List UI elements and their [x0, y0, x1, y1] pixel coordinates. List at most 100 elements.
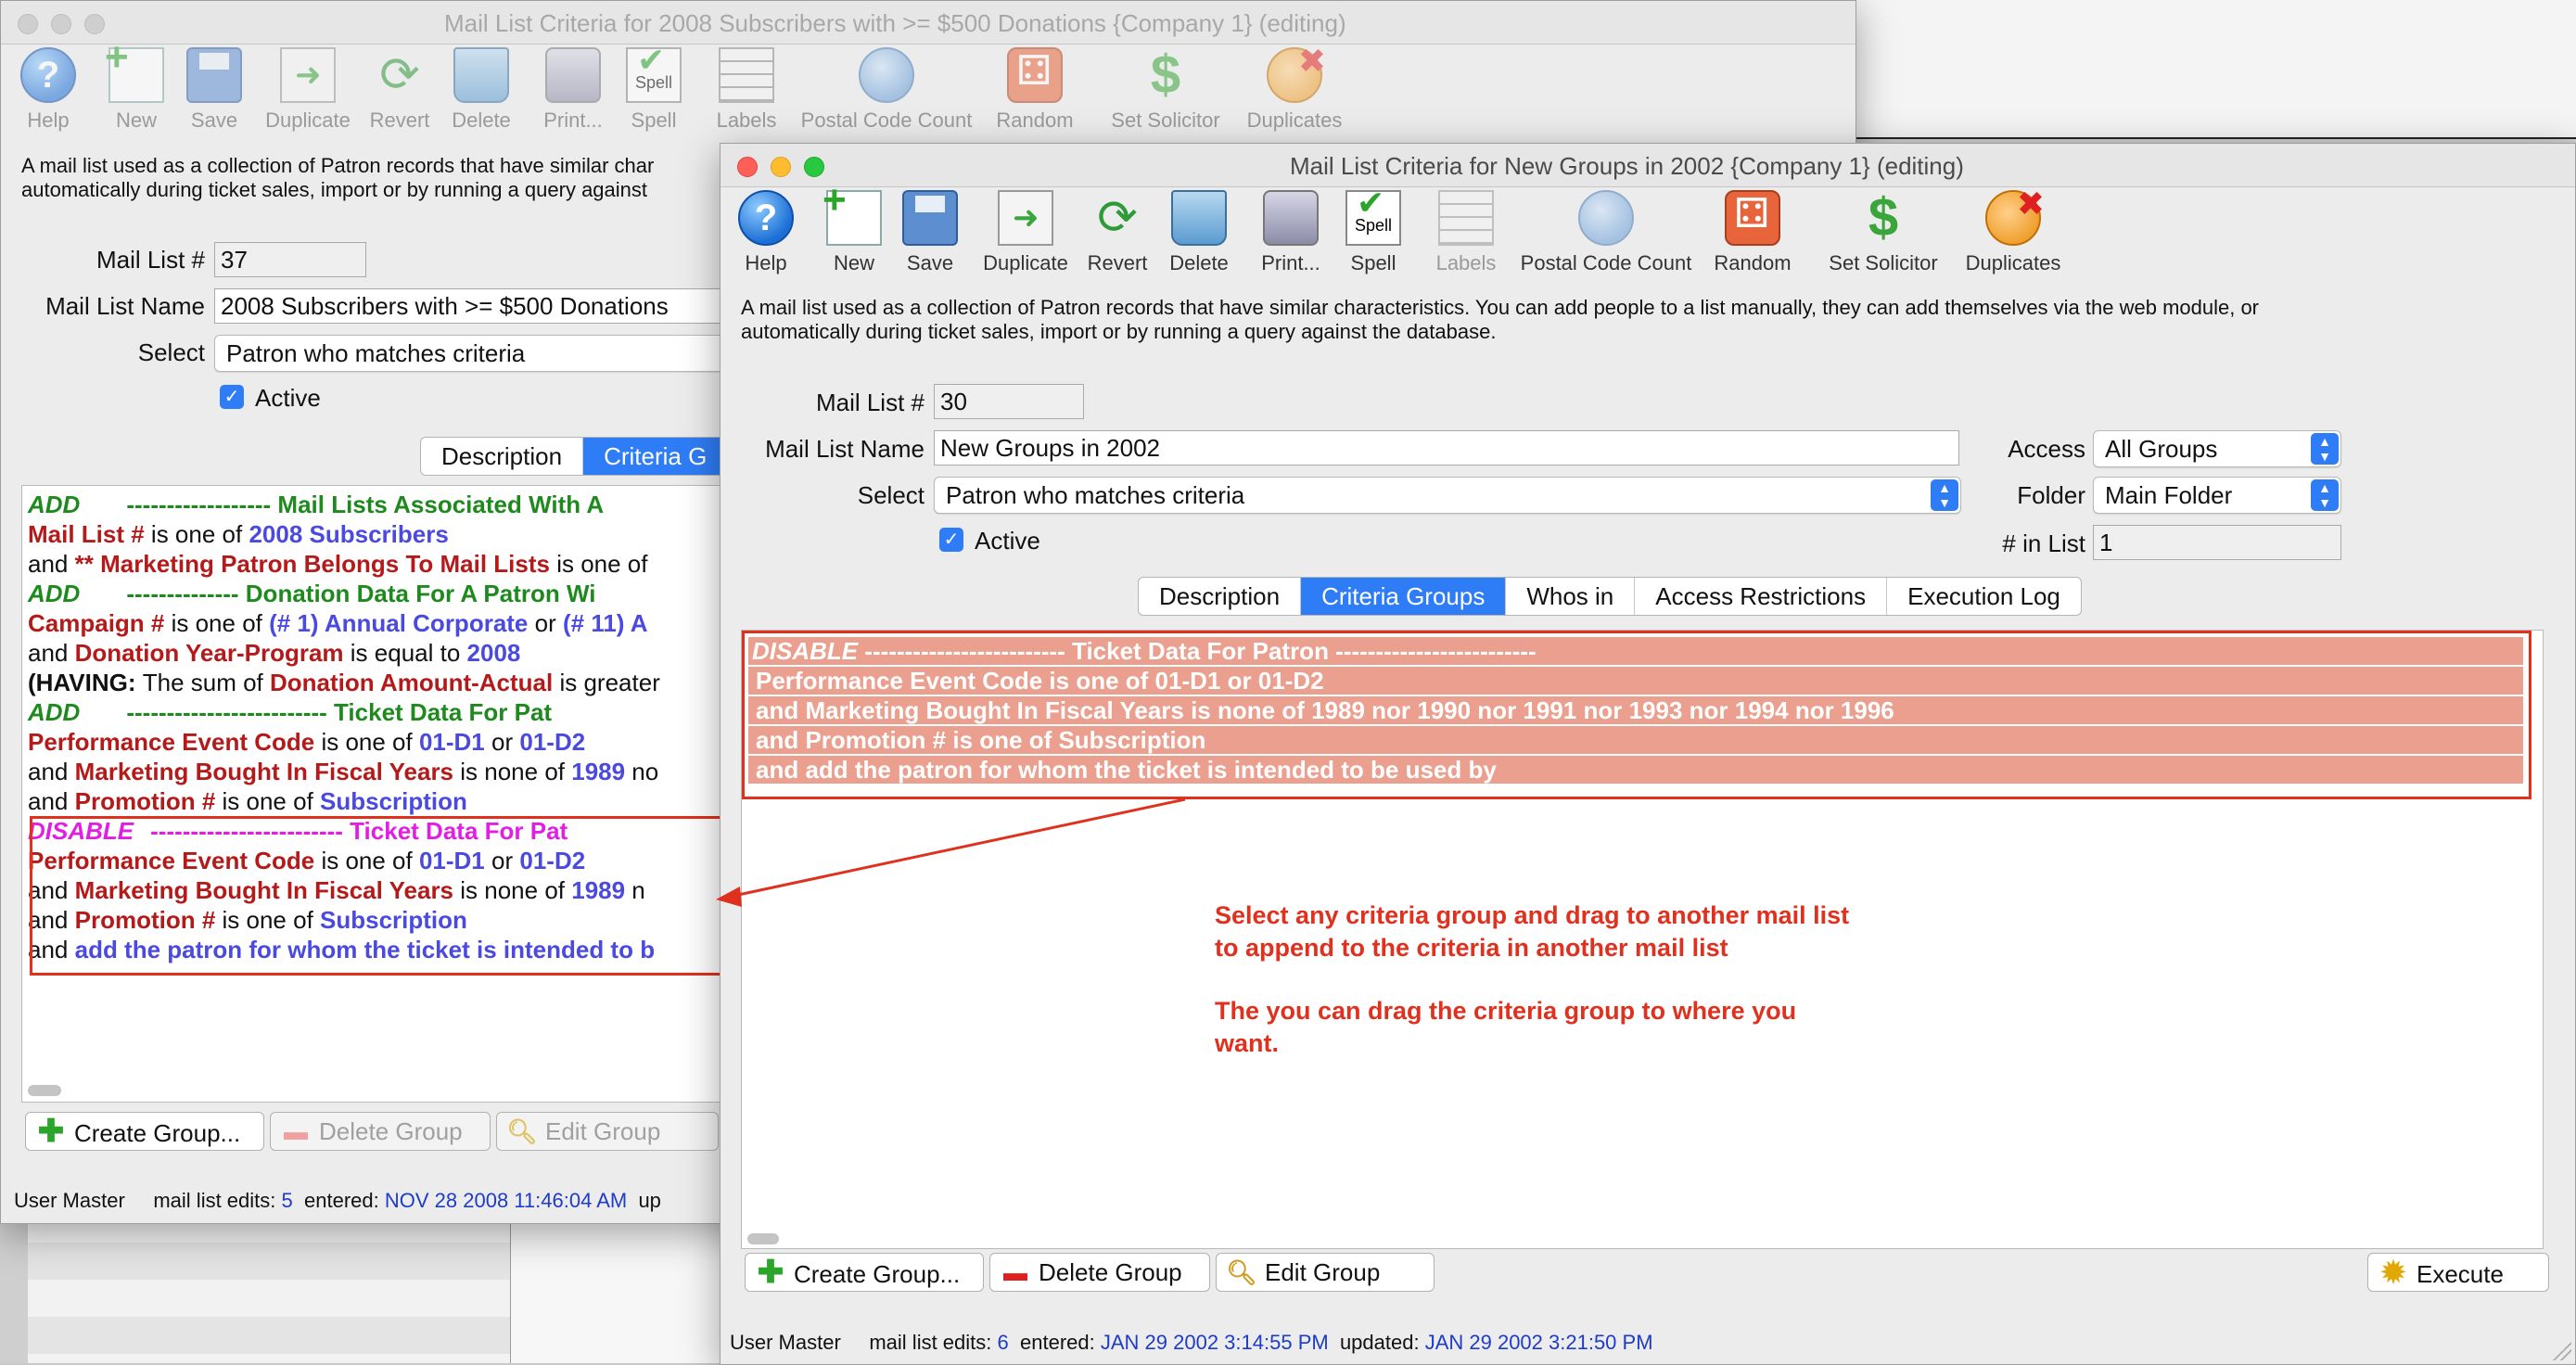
save-button[interactable]: Save	[177, 47, 251, 133]
mail-list-num-field[interactable]: 30	[934, 384, 1084, 419]
folder-combo[interactable]: Main Folder ▲ ▼	[2093, 477, 2341, 514]
criteria-line[interactable]: ADD -------------- Donation Data For A Pa…	[28, 579, 596, 608]
mail-list-num-label: Mail List #	[96, 246, 205, 274]
random-button[interactable]: Random	[993, 47, 1077, 133]
delete-group-button[interactable]: ▬ Delete Group	[270, 1112, 491, 1151]
duplicates-icon	[1267, 42, 1326, 103]
duplicate-button[interactable]: Duplicate	[257, 47, 359, 133]
back-toolbar: ?Help New Save Duplicate ⟳Revert Delete …	[1, 34, 1855, 142]
random-button[interactable]: Random	[1711, 190, 1794, 275]
execute-button[interactable]: ✹ Execute	[2367, 1253, 2549, 1292]
select-combo[interactable]: Patron who matches criteria ▲ ▼	[934, 477, 1961, 514]
revert-button[interactable]: ⟳ Revert	[363, 47, 437, 133]
criteria-group-selected[interactable]: DISABLE ------------------------- Ticket…	[742, 631, 2531, 799]
save-button[interactable]: Save	[893, 190, 967, 275]
new-icon	[105, 34, 164, 103]
horizontal-scrollbar[interactable]	[747, 1233, 779, 1244]
postal-code-count-button[interactable]: Postal Code Count	[1511, 190, 1702, 275]
active-checkbox[interactable]: ✓	[939, 528, 963, 552]
duplicates-icon	[1985, 185, 2045, 246]
criteria-line[interactable]: ADD ------------------ Mail Lists Associa…	[28, 490, 604, 519]
revert-icon: ⟳	[379, 48, 420, 102]
duplicates-button[interactable]: Duplicates	[1243, 42, 1345, 133]
delete-button[interactable]: Delete	[1162, 190, 1236, 275]
background-list	[28, 1206, 510, 1363]
criteria-line[interactable]: and Promotion # is one of Subscription	[28, 786, 467, 816]
tab-description[interactable]: Description	[1139, 578, 1302, 615]
mail-list-name-field[interactable]: New Groups in 2002	[934, 430, 1959, 466]
description-text: A mail list used as a collection of Patr…	[741, 296, 2260, 343]
in-list-label: # in List	[2002, 529, 2085, 557]
new-button[interactable]: New	[817, 177, 891, 275]
tab-whos-in[interactable]: Whos in	[1506, 578, 1636, 615]
annotation-text: Select any criteria group and drag to an…	[1215, 901, 1850, 1057]
select-label: Select	[137, 338, 205, 366]
mail-list-name-field[interactable]: 2008 Subscribers with >= $500 Donations	[214, 288, 733, 324]
close-button[interactable]	[18, 14, 38, 34]
delete-button[interactable]: Delete	[444, 47, 518, 133]
print-button[interactable]: Print...	[531, 47, 615, 133]
front-titlebar: Mail List Criteria for New Groups in 200…	[721, 144, 2575, 187]
duplicate-button[interactable]: Duplicate	[975, 190, 1077, 275]
create-group-button[interactable]: ✚ Create Group...	[745, 1253, 984, 1292]
close-button[interactable]	[737, 157, 758, 177]
access-combo[interactable]: All Groups ▲ ▼	[2093, 430, 2341, 467]
help-button[interactable]: ? Help	[16, 47, 81, 133]
delete-group-button[interactable]: ▬ Delete Group	[989, 1253, 1210, 1292]
edit-group-button[interactable]: 🔍︎ Edit Group	[1216, 1253, 1435, 1292]
revert-button[interactable]: ⟳ Revert	[1080, 190, 1154, 275]
mail-list-name-label: Mail List Name	[765, 435, 925, 463]
postal-code-count-button[interactable]: Postal Code Count	[791, 47, 982, 133]
spell-check-icon: Spell	[626, 42, 682, 103]
plus-icon: ✚	[757, 1255, 784, 1290]
window-title: Mail List Criteria for New Groups in 200…	[1290, 152, 1964, 180]
dice-icon	[1725, 190, 1780, 246]
duplicate-icon	[280, 47, 336, 103]
chevron-updown-icon: ▲ ▼	[2311, 479, 2339, 511]
resize-grip-icon[interactable]	[2553, 1342, 2571, 1360]
edit-group-button[interactable]: 🔍︎ Edit Group	[496, 1112, 719, 1151]
criteria-line[interactable]: and Marketing Bought In Fiscal Years is …	[28, 757, 658, 786]
tab-criteria-groups[interactable]: Criteria G	[583, 438, 728, 475]
zoom-button[interactable]	[84, 14, 105, 34]
create-group-button[interactable]: ✚ Create Group...	[25, 1112, 264, 1151]
labels-icon	[719, 47, 774, 103]
minimize-button[interactable]	[51, 14, 71, 34]
horizontal-scrollbar[interactable]	[28, 1085, 61, 1096]
spell-button[interactable]: SpellSpell	[617, 42, 691, 133]
help-button[interactable]: ? Help	[733, 190, 798, 275]
access-label: Access	[2008, 435, 2085, 463]
spell-button[interactable]: SpellSpell	[1336, 185, 1410, 275]
tab-access-restrictions[interactable]: Access Restrictions	[1635, 578, 1888, 615]
window-controls	[737, 157, 824, 177]
criteria-line[interactable]: ADD ------------------------- Ticket Data…	[28, 697, 552, 727]
criteria-line[interactable]: (HAVING: The sum of Donation Amount-Actu…	[28, 668, 660, 697]
labels-button[interactable]: Labels	[709, 47, 784, 133]
minus-icon: ▬	[1003, 1258, 1027, 1286]
tab-description[interactable]: Description	[421, 438, 584, 475]
tab-execution-log[interactable]: Execution Log	[1887, 578, 2081, 615]
printer-icon	[1263, 190, 1319, 246]
criteria-line[interactable]: Performance Event Code is one of 01-D1 o…	[28, 727, 585, 757]
set-solicitor-button[interactable]: $ Set Solicitor	[1101, 47, 1231, 133]
highlight-box	[30, 816, 736, 976]
help-icon: ?	[738, 190, 794, 246]
criteria-line[interactable]: Campaign # is one of (# 1) Annual Corpor…	[28, 608, 648, 638]
new-button[interactable]: New	[99, 34, 173, 133]
minimize-button[interactable]	[771, 157, 791, 177]
labels-button[interactable]: Labels	[1429, 190, 1503, 275]
criteria-line[interactable]: Mail List # is one of 2008 Subscribers	[28, 519, 449, 549]
mail-list-num-field[interactable]: 37	[214, 242, 366, 277]
minus-icon: ▬	[284, 1117, 308, 1145]
zoom-button[interactable]	[804, 157, 824, 177]
tab-criteria-groups[interactable]: Criteria Groups	[1301, 578, 1507, 615]
criteria-line[interactable]: and ** Marketing Patron Belongs To Mail …	[28, 549, 648, 579]
select-combo[interactable]: Patron who matches criteria	[214, 335, 733, 372]
duplicates-button[interactable]: Duplicates	[1961, 185, 2065, 275]
print-button[interactable]: Print...	[1249, 190, 1333, 275]
criteria-line[interactable]: and Donation Year-Program is equal to 20…	[28, 638, 520, 668]
active-checkbox[interactable]: ✓	[220, 385, 244, 409]
set-solicitor-button[interactable]: $ Set Solicitor	[1818, 190, 1948, 275]
window-title: Mail List Criteria for 2008 Subscribers …	[444, 9, 1346, 37]
window-controls	[18, 14, 105, 34]
